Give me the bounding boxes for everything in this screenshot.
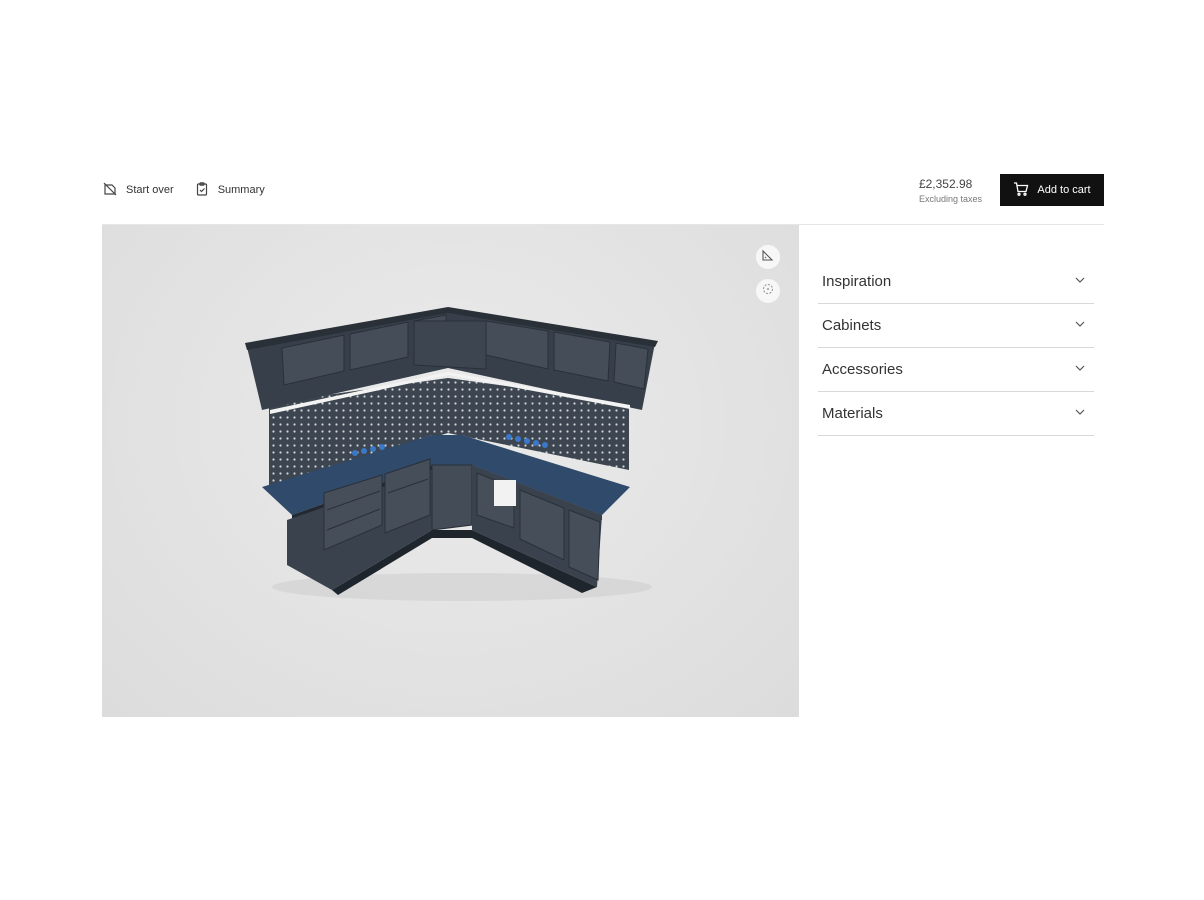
price-block: £2,352.98 Excluding taxes [919,177,982,204]
price-note: Excluding taxes [918,193,982,204]
chevron-down-icon [1074,361,1086,379]
measure-icon [761,248,775,267]
recenter-button[interactable] [755,278,781,304]
configurator-page: Start over Summary £2,352.98 Excluding t… [0,0,1204,900]
summary-button[interactable]: Summary [194,181,265,200]
section-materials[interactable]: Materials [818,392,1094,436]
summary-label: Summary [217,184,265,196]
add-to-cart-label: Add to cart [1037,184,1091,196]
chevron-down-icon [1074,273,1086,291]
section-label: Materials [822,405,883,422]
total-price: £2,352.98 [918,176,973,191]
toolbar-actions: Start over Summary [102,181,265,200]
section-accessories[interactable]: Accessories [818,348,1094,392]
recenter-icon [761,282,775,301]
section-label: Cabinets [822,317,882,334]
start-over-button[interactable]: Start over [102,181,174,200]
start-over-icon [102,181,118,200]
chevron-down-icon [1074,317,1086,335]
chevron-down-icon [1074,405,1086,423]
add-to-cart-button[interactable]: Add to cart [1000,174,1104,206]
options-panel: Inspiration Cabinets Accessories Materia… [818,260,1094,436]
start-over-label: Start over [126,184,174,196]
checkout-area: £2,352.98 Excluding taxes Add to cart [919,174,1104,206]
section-inspiration[interactable]: Inspiration [818,260,1094,304]
3d-viewer[interactable] [102,225,799,717]
workbench-model [245,307,658,601]
section-cabinets[interactable]: Cabinets [818,304,1094,348]
clipboard-icon [194,181,210,200]
section-label: Accessories [822,361,903,378]
measure-button[interactable] [755,244,781,270]
configurator-toolbar: Start over Summary £2,352.98 Excluding t… [102,170,1104,210]
cart-icon [1013,181,1029,200]
section-label: Inspiration [822,273,892,290]
